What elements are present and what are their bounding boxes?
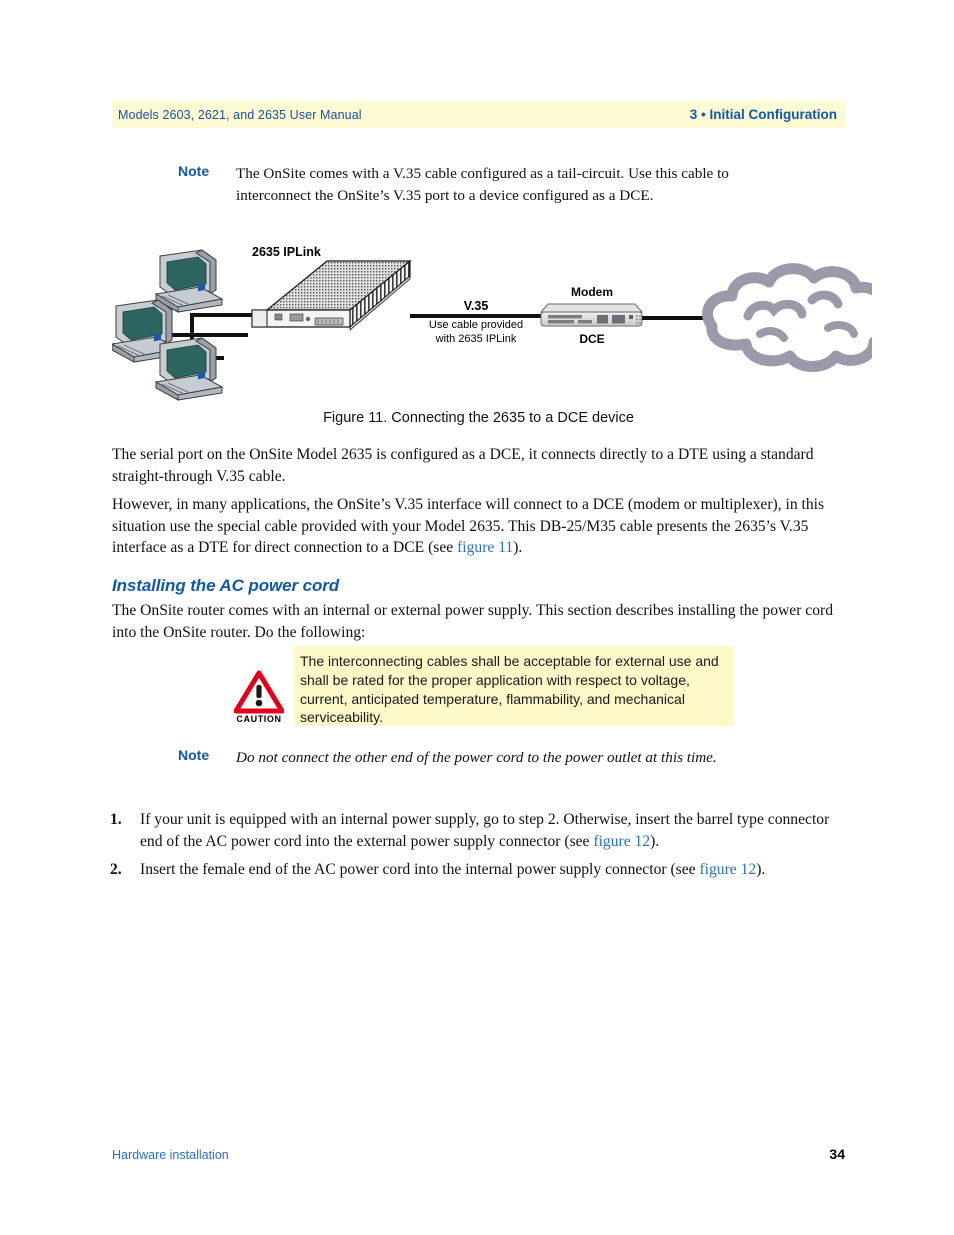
list-item-text-tail: ).	[756, 861, 766, 878]
caution-icon-group: CAUTION	[228, 670, 290, 730]
workstation-top	[154, 249, 224, 313]
device-modem	[539, 303, 644, 327]
page-footer: Hardware installation 34	[112, 1146, 845, 1162]
caution-icon-caption: CAUTION	[236, 715, 282, 723]
cross-reference-figure-12[interactable]: figure 12	[699, 861, 756, 878]
footer-section-label: Hardware installation	[112, 1148, 229, 1162]
header-manual-title: Models 2603, 2621, and 2635 User Manual	[118, 107, 362, 122]
header-chapter-title: 3 • Initial Configuration	[689, 107, 837, 122]
note-text: Do not connect the other end of the powe…	[236, 749, 717, 766]
caution-admonition: CAUTION The interconnecting cables shall…	[228, 646, 738, 732]
label-cable-note-line2: with 2635 IPLink	[435, 333, 517, 345]
workstation-bottom	[154, 337, 224, 401]
caution-text: The interconnecting cables shall be acce…	[300, 653, 719, 726]
page-header: Models 2603, 2621, and 2635 User Manual …	[112, 101, 845, 128]
list-item: 1. If your unit is equipped with an inte…	[110, 809, 843, 852]
note-block-v35-cable: Note The OnSite comes with a V.35 cable …	[178, 163, 738, 206]
device-2635-iplink	[251, 259, 412, 331]
list-item-body: Insert the female end of the AC power co…	[140, 859, 843, 881]
list-item-body: If your unit is equipped with an interna…	[140, 809, 843, 852]
list-item-marker: 2.	[110, 861, 122, 878]
note-label: Note	[178, 163, 210, 179]
list-item-text: If your unit is equipped with an interna…	[140, 811, 830, 850]
paragraph-power-supply-intro: The OnSite router comes with an internal…	[112, 600, 843, 643]
footer-page-number: 34	[829, 1146, 845, 1162]
cross-reference-figure-11[interactable]: figure 11	[457, 539, 513, 556]
section-heading-installing-ac-power-cord: Installing the AC power cord	[112, 576, 340, 595]
paragraph-text: The OnSite router comes with an internal…	[112, 602, 834, 641]
paragraph-text-tail: ).	[513, 539, 523, 556]
caution-text-box: The interconnecting cables shall be acce…	[294, 646, 734, 726]
figure-caption: Figure 11. Connecting the 2635 to a DCE …	[323, 410, 634, 426]
paragraph-dce-connection: However, in many applications, the OnSit…	[112, 494, 843, 559]
label-dce: DCE	[579, 332, 604, 346]
label-2635-iplink: 2635 IPLink	[252, 245, 321, 259]
network-cloud	[702, 263, 895, 372]
note-block-power-outlet: Note Do not connect the other end of the…	[178, 747, 738, 769]
label-v35: V.35	[464, 299, 489, 313]
figure-network-diagram: 2635 IPLink V.35 Use cable provided with…	[110, 238, 895, 403]
paragraph-serial-port: The serial port on the OnSite Model 2635…	[112, 444, 843, 487]
warning-triangle-icon	[234, 670, 284, 714]
list-item-text-tail: ).	[650, 832, 660, 850]
label-cable-note-line1: Use cable provided	[429, 319, 523, 331]
list-item-marker: 1.	[110, 811, 122, 828]
note-text: The OnSite comes with a V.35 cable confi…	[236, 165, 729, 204]
cross-reference-figure-12[interactable]: figure 12	[593, 833, 650, 850]
list-item: 2. Insert the female end of the AC power…	[110, 859, 843, 881]
document-page: Models 2603, 2621, and 2635 User Manual …	[0, 0, 954, 1235]
label-modem: Modem	[571, 285, 613, 299]
paragraph-text: The serial port on the OnSite Model 2635…	[112, 446, 814, 485]
note-label: Note	[178, 747, 210, 763]
list-item-text: Insert the female end of the AC power co…	[140, 861, 700, 878]
